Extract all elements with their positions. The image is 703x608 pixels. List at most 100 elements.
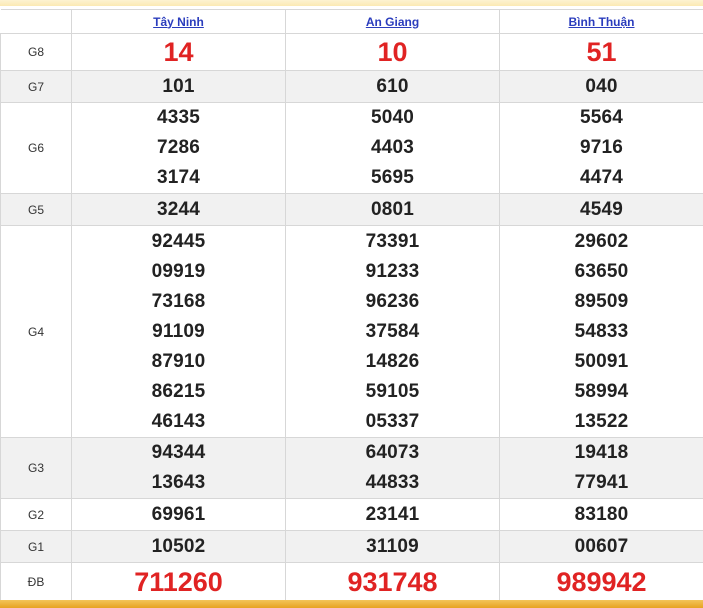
corner-cell (0, 9, 72, 34)
prize-label: ĐB (0, 562, 72, 602)
prize-row-g8: G8 14 10 51 (0, 33, 703, 71)
prize-number: 91233 (365, 260, 420, 282)
prize-number: 040 (585, 75, 618, 97)
prize-number: 50091 (574, 350, 629, 372)
result-cell: 14 (71, 33, 286, 71)
result-cell: 10 (285, 33, 500, 71)
province-link-tay-ninh[interactable]: Tây Ninh (71, 9, 286, 34)
header-row: Tây Ninh An Giang Bình Thuận (0, 9, 703, 34)
prize-row-g6: G6 4335 7286 3174 5040 4403 5695 5564 97… (0, 102, 703, 194)
prize-label: G5 (0, 193, 72, 226)
result-cell: 610 (285, 70, 500, 103)
prize-number: 94344 (151, 442, 206, 463)
prize-label: G4 (0, 225, 72, 438)
result-cell: 00607 (499, 530, 703, 563)
result-cell: 19418 77941 (499, 437, 703, 499)
prize-number: 101 (162, 75, 195, 97)
prize-number: 77941 (574, 472, 629, 493)
bottom-border (0, 600, 703, 608)
prize-label: G8 (0, 33, 72, 71)
result-cell: 73391 91233 96236 37584 14826 59105 0533… (285, 225, 500, 438)
prize-number: 10502 (151, 535, 206, 557)
prize-number: 4335 (156, 107, 201, 128)
prize-number: 73391 (365, 230, 420, 252)
prize-number: 0801 (370, 198, 415, 220)
prize-number: 96236 (365, 290, 420, 312)
prize-number: 9716 (579, 137, 624, 158)
lottery-results-table: Tây Ninh An Giang Bình Thuận G8 14 10 51… (0, 9, 703, 602)
prize-number: 19418 (574, 442, 629, 463)
prize-number: 3244 (156, 198, 201, 220)
prize-number: 46143 (151, 410, 206, 432)
result-cell: 23141 (285, 498, 500, 531)
province-link-an-giang[interactable]: An Giang (285, 9, 500, 34)
result-cell: 69961 (71, 498, 286, 531)
prize-number: 4474 (579, 167, 624, 188)
prize-row-g7: G7 101 610 040 (0, 70, 703, 103)
prize-label: G2 (0, 498, 72, 531)
prize-number: 63650 (574, 260, 629, 282)
prize-number: 87910 (151, 350, 206, 372)
prize-number: 31109 (366, 535, 419, 557)
result-cell: 83180 (499, 498, 703, 531)
prize-row-special: ĐB 711260 931748 989942 (0, 562, 703, 602)
prize-label: G7 (0, 70, 72, 103)
province-link-binh-thuan[interactable]: Bình Thuận (499, 9, 703, 34)
result-cell: 51 (499, 33, 703, 71)
prize-label: G1 (0, 530, 72, 563)
prize-number: 58994 (574, 380, 629, 402)
prize-number: 86215 (151, 380, 206, 402)
special-prize-number: 989942 (556, 567, 647, 597)
prize-number: 14826 (365, 350, 420, 372)
prize-number: 73168 (151, 290, 206, 312)
result-cell: 10502 (71, 530, 286, 563)
prize-number: 29602 (574, 230, 629, 252)
prize-row-g2: G2 69961 23141 83180 (0, 498, 703, 531)
prize-number: 51 (586, 37, 617, 67)
prize-number: 13643 (151, 472, 206, 493)
prize-number: 09919 (151, 260, 206, 282)
prize-number: 54833 (574, 320, 629, 342)
result-cell: 5040 4403 5695 (285, 102, 500, 194)
prize-number: 4549 (579, 198, 624, 220)
result-cell: 989942 (499, 562, 703, 602)
prize-number: 64073 (365, 442, 420, 463)
prize-row-g3: G3 94344 13643 64073 44833 19418 77941 (0, 437, 703, 499)
prize-label: G3 (0, 437, 72, 499)
result-cell: 31109 (285, 530, 500, 563)
special-prize-number: 931748 (347, 567, 438, 597)
result-cell: 94344 13643 (71, 437, 286, 499)
result-cell: 64073 44833 (285, 437, 500, 499)
result-cell: 3244 (71, 193, 286, 226)
prize-number: 610 (376, 75, 409, 97)
prize-number: 7286 (156, 137, 201, 158)
result-cell: 931748 (285, 562, 500, 602)
prize-number: 5040 (370, 107, 415, 128)
prize-number: 4403 (370, 137, 415, 158)
prize-number: 44833 (365, 472, 420, 493)
prize-number: 13522 (574, 410, 629, 432)
top-border (0, 0, 703, 6)
prize-number: 69961 (151, 503, 206, 525)
result-cell: 0801 (285, 193, 500, 226)
prize-number: 14 (163, 37, 194, 67)
result-cell: 4335 7286 3174 (71, 102, 286, 194)
prize-number: 00607 (574, 535, 629, 557)
prize-number: 89509 (574, 290, 629, 312)
result-cell: 711260 (71, 562, 286, 602)
prize-row-g4: G4 92445 09919 73168 91109 87910 86215 4… (0, 225, 703, 438)
prize-number: 91109 (152, 320, 205, 342)
prize-row-g5: G5 3244 0801 4549 (0, 193, 703, 226)
prize-number: 59105 (365, 380, 420, 402)
prize-label: G6 (0, 102, 72, 194)
prize-number: 10 (377, 37, 408, 67)
special-prize-number: 711260 (134, 567, 223, 597)
prize-row-g1: G1 10502 31109 00607 (0, 530, 703, 563)
result-cell: 29602 63650 89509 54833 50091 58994 1352… (499, 225, 703, 438)
result-cell: 040 (499, 70, 703, 103)
result-cell: 92445 09919 73168 91109 87910 86215 4614… (71, 225, 286, 438)
prize-number: 83180 (574, 503, 629, 525)
prize-number: 5564 (579, 107, 624, 128)
prize-number: 23141 (365, 503, 420, 525)
result-cell: 101 (71, 70, 286, 103)
